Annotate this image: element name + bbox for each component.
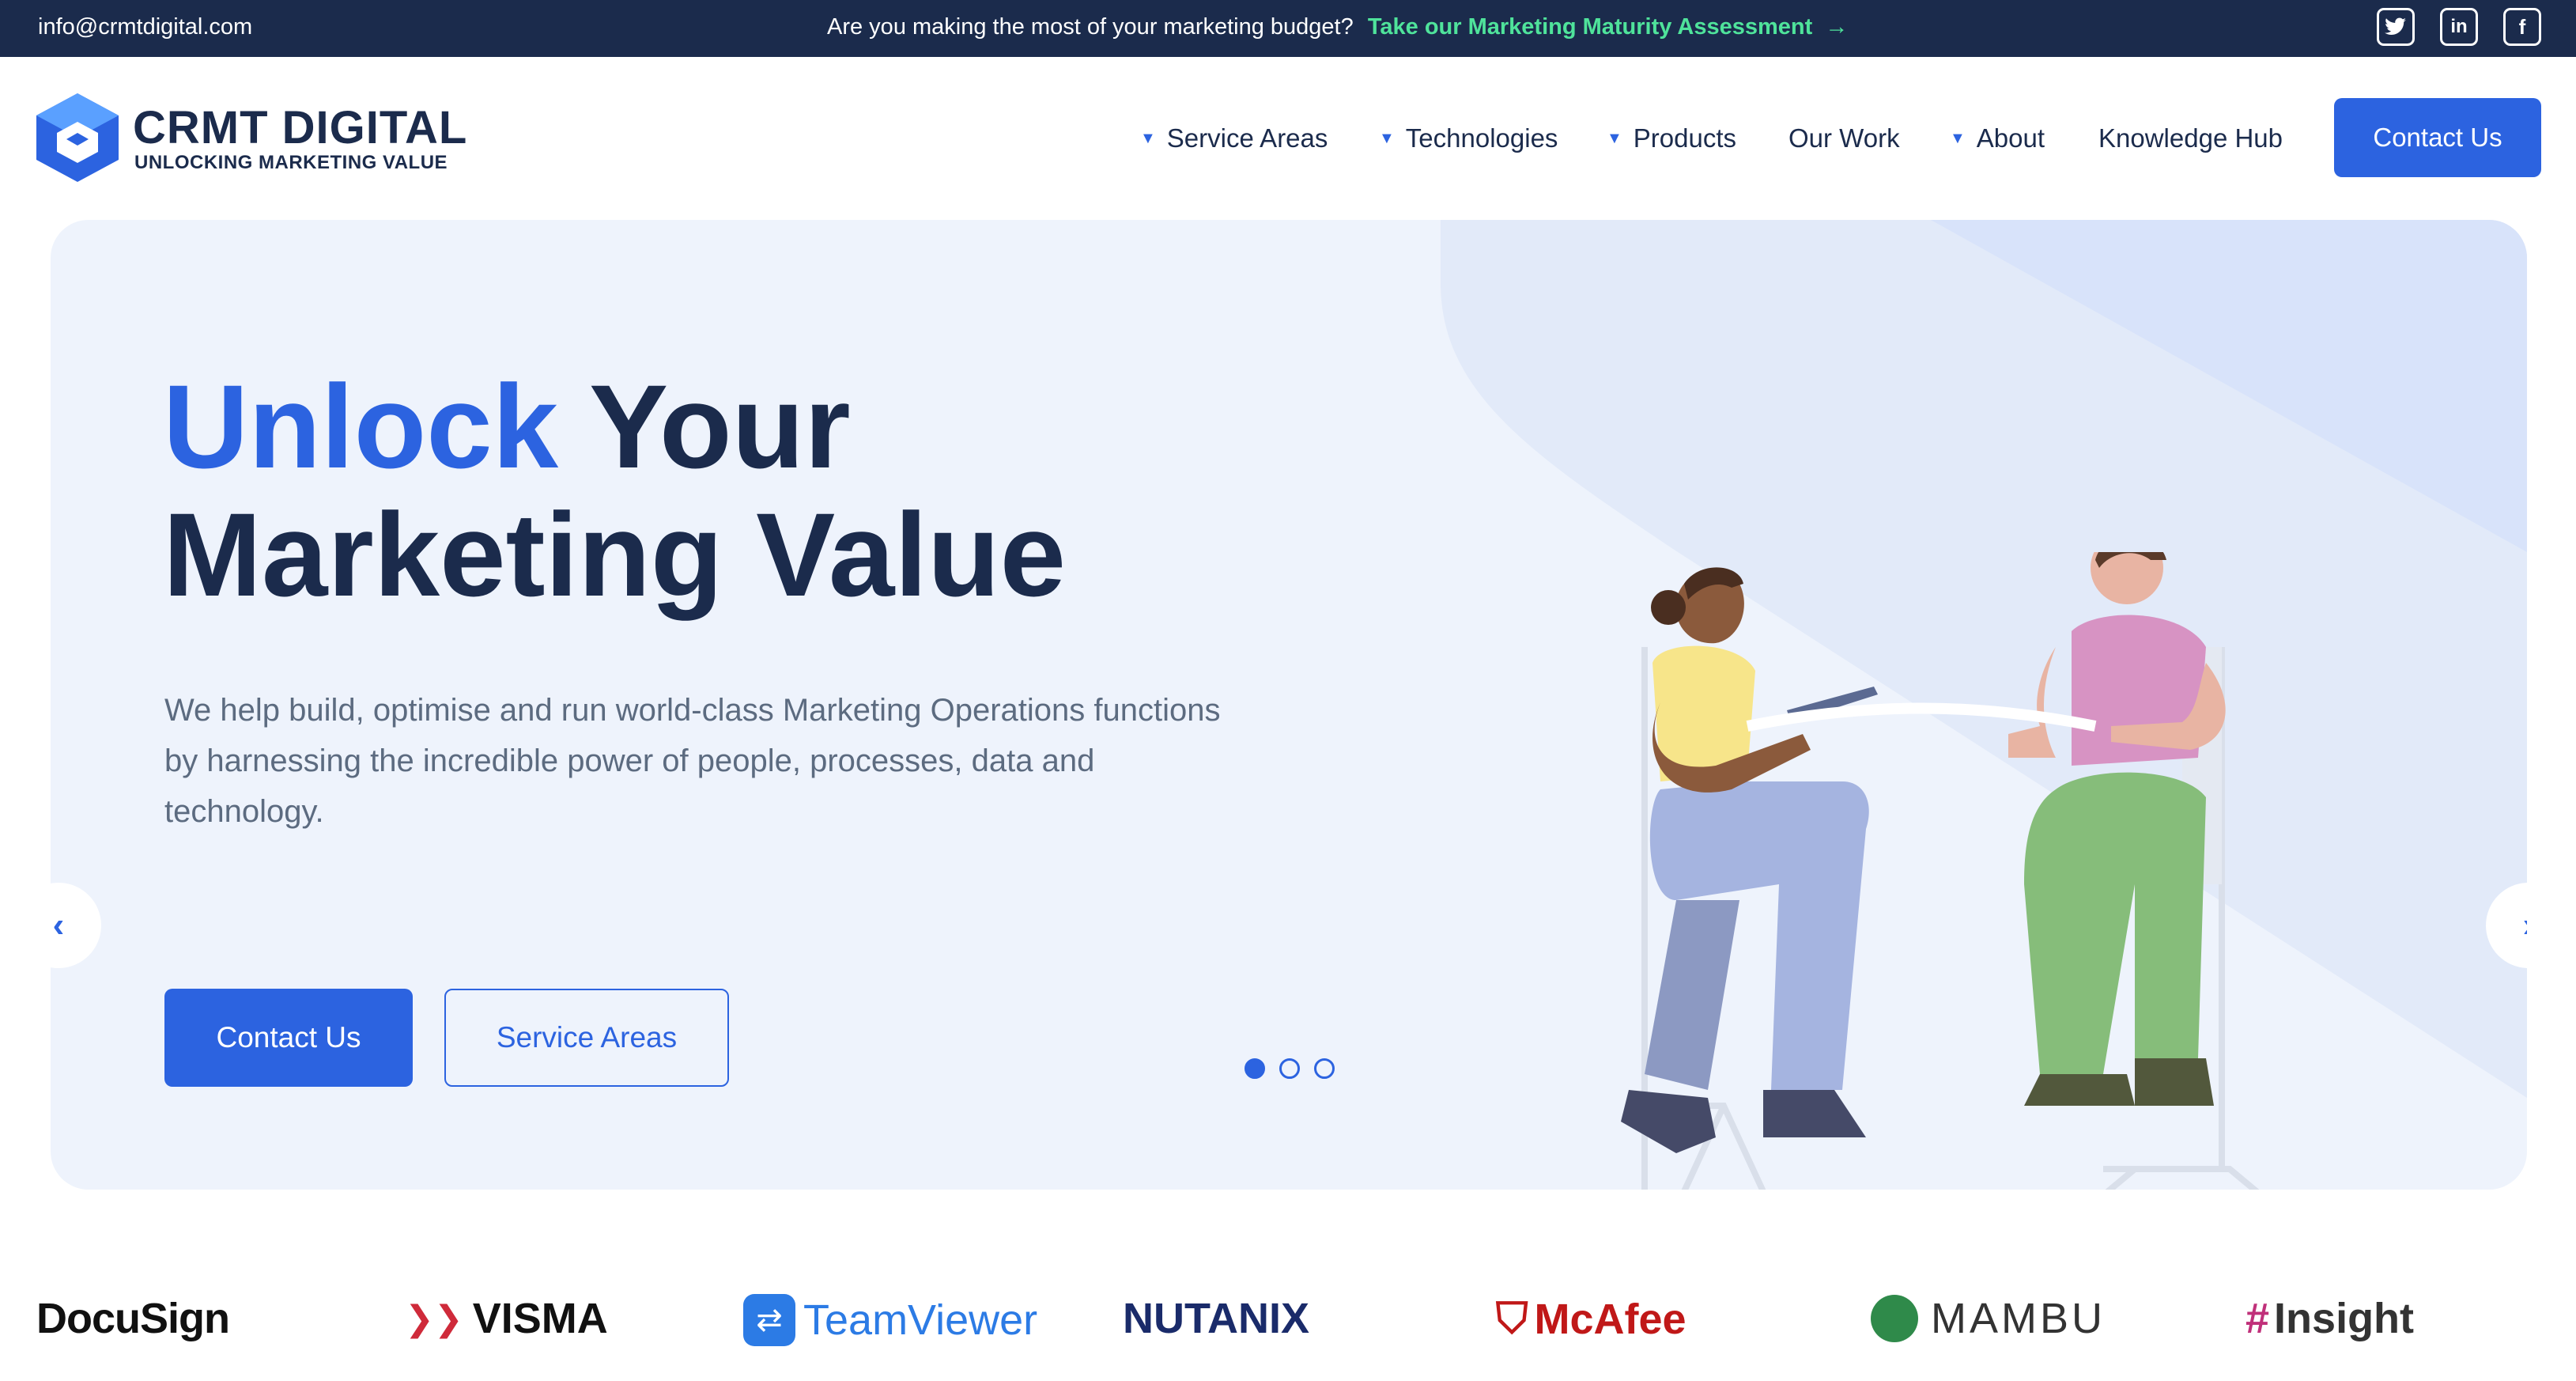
twitter-icon[interactable] <box>2377 8 2415 46</box>
caret-down-icon: ▼ <box>1140 129 1156 147</box>
email-link[interactable]: info@crmtdigital.com <box>38 14 252 40</box>
hero-service-areas-button[interactable]: Service Areas <box>444 989 729 1087</box>
nav-label: Service Areas <box>1166 123 1328 153</box>
hero-description: We help build, optimise and run world-cl… <box>164 693 1221 829</box>
logo-title[interactable]: CRMT DIGITAL <box>133 101 467 154</box>
nav-service-areas[interactable]: ▼ Service Areas <box>1140 123 1328 153</box>
carousel-dot-1[interactable] <box>1245 1058 1265 1079</box>
teamviewer-icon: ⇄ <box>743 1294 795 1346</box>
linkedin-icon[interactable]: in <box>2440 8 2478 46</box>
visma-logo: ❯❯ VISMA <box>405 1295 608 1342</box>
caret-down-icon: ▼ <box>1607 129 1622 147</box>
nav-label: Knowledge Hub <box>2098 123 2283 153</box>
nutanix-logo: NUTANIX <box>1123 1295 1309 1342</box>
hero-contact-button[interactable]: Contact Us <box>164 989 413 1087</box>
caret-down-icon: ▼ <box>1950 129 1966 147</box>
hero-title-line1: Your <box>558 360 851 493</box>
hero-title: Unlock Your Marketing Value <box>163 362 1066 619</box>
nav-label: Products <box>1633 123 1737 153</box>
carousel-dot-3[interactable] <box>1314 1058 1335 1079</box>
insight-hash-icon: # <box>2246 1295 2270 1342</box>
carousel-dot-2[interactable] <box>1279 1058 1300 1079</box>
nav-our-work[interactable]: Our Work <box>1788 123 1900 153</box>
meeting-illustration <box>1621 552 2260 1190</box>
mambu-icon <box>1871 1295 1918 1342</box>
chevron-left-icon: ‹ <box>52 906 65 944</box>
assessment-link[interactable]: Take our Marketing Maturity Assessment → <box>1368 14 1849 40</box>
nav-technologies[interactable]: ▼ Technologies <box>1379 123 1558 153</box>
nav-knowledge-hub[interactable]: Knowledge Hub <box>2098 123 2283 153</box>
chevron-right-icon: › <box>2523 906 2527 945</box>
logo-subtitle: UNLOCKING MARKETING VALUE <box>134 152 448 173</box>
docusign-logo: DocuSign <box>36 1295 230 1342</box>
crmt-logo-icon[interactable] <box>36 93 119 182</box>
promo-banner: Are you making the most of your marketin… <box>827 14 1848 40</box>
hero-banner: Unlock Your Marketing Value We help buil… <box>51 220 2527 1190</box>
mcafee-shield-icon: ⛉ <box>1496 1295 1528 1342</box>
assessment-link-label: Take our Marketing Maturity Assessment <box>1367 14 1813 40</box>
top-bar: info@crmtdigital.com Are you making the … <box>0 0 2576 57</box>
insight-logo: # Insight <box>2246 1295 2415 1342</box>
teamviewer-logo: ⇄ TeamViewer <box>743 1294 1037 1346</box>
mcafee-logo: ⛉ McAfee <box>1496 1295 1686 1343</box>
nav-label: About <box>1976 123 2045 153</box>
site-header: CRMT DIGITAL UNLOCKING MARKETING VALUE ▼… <box>0 57 2576 215</box>
client-logos: DocuSign ❯❯ VISMA ⇄ TeamViewer NUTANIX ⛉… <box>0 1275 2576 1381</box>
carousel-prev-arrow[interactable]: ‹ <box>51 883 101 968</box>
arrow-right-icon: → <box>1825 14 1849 40</box>
header-contact-button[interactable]: Contact Us <box>2334 98 2541 177</box>
mambu-logo: MAMBU <box>1871 1294 2106 1343</box>
nav-products[interactable]: ▼ Products <box>1607 123 1736 153</box>
facebook-icon[interactable]: f <box>2503 8 2541 46</box>
nav-label: Technologies <box>1405 123 1558 153</box>
nav-label: Our Work <box>1788 123 1900 153</box>
nav-about[interactable]: ▼ About <box>1950 123 2045 153</box>
hero-title-line2: Marketing Value <box>163 488 1067 621</box>
promo-text: Are you making the most of your marketin… <box>827 14 1354 40</box>
visma-swoosh-icon: ❯❯ <box>405 1299 463 1338</box>
hero-title-accent: Unlock <box>163 360 559 493</box>
caret-down-icon: ▼ <box>1379 129 1395 147</box>
